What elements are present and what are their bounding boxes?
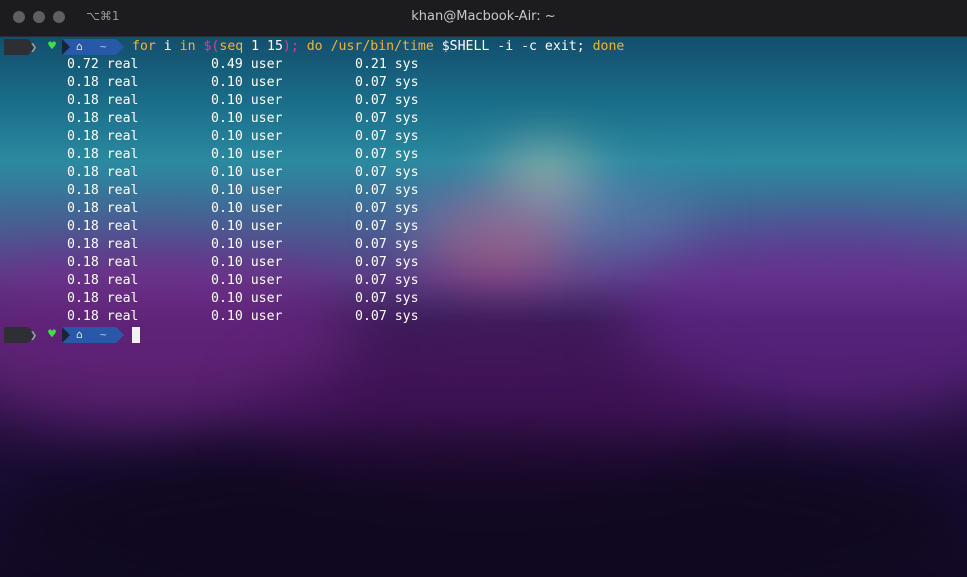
output-real: 0.18 real (67, 165, 139, 180)
output-sys: 0.07 sys (355, 93, 419, 108)
output-real: 0.18 real (67, 201, 139, 216)
output-real: 0.18 real (67, 147, 139, 162)
output-real: 0.18 real (67, 309, 139, 324)
cmd-keyword-in: in (179, 39, 196, 54)
cmd-var: i (155, 39, 180, 54)
output-user: 0.10 user (211, 75, 283, 90)
output-user: 0.10 user (211, 309, 283, 324)
output-row: 0.18 real 0.10 user 0.07 sys (0, 290, 967, 308)
output-sys: 0.07 sys (355, 147, 419, 162)
cmd-path: /usr/bin/time (322, 39, 434, 54)
cmd-subst-open: $( (195, 39, 220, 54)
output-sys: 0.07 sys (355, 129, 419, 144)
output-row: 0.18 real 0.10 user 0.07 sys (0, 236, 967, 254)
output-sys: 0.07 sys (355, 75, 419, 90)
output-user: 0.10 user (211, 129, 283, 144)
output-sys: 0.07 sys (355, 111, 419, 126)
output-real: 0.18 real (67, 93, 139, 108)
output-user: 0.10 user (211, 93, 283, 108)
output-row: 0.18 real 0.10 user 0.07 sys (0, 182, 967, 200)
output-real: 0.18 real (67, 129, 139, 144)
output-real: 0.18 real (67, 273, 139, 288)
output-user: 0.10 user (211, 273, 283, 288)
output-row: 0.18 real 0.10 user 0.07 sys (0, 110, 967, 128)
output-user: 0.10 user (211, 183, 283, 198)
output-sys: 0.21 sys (355, 57, 419, 72)
cmd-keyword-do: do (298, 39, 323, 54)
output-sys: 0.07 sys (355, 309, 419, 324)
command-text: for i in $(seq 1 15); do /usr/bin/time $… (132, 38, 624, 56)
cmd-seq-args: 1 15 (243, 39, 283, 54)
output-row: 0.18 real 0.10 user 0.07 sys (0, 146, 967, 164)
output-row: 0.18 real 0.10 user 0.07 sys (0, 272, 967, 290)
output-real: 0.18 real (67, 219, 139, 234)
home-icon: ⌂ (76, 40, 83, 53)
output-user: 0.10 user (211, 219, 283, 234)
window-titlebar: ⌥⌘1 khan@Macbook-Air: ~ (0, 0, 967, 37)
output-user: 0.49 user (211, 57, 283, 72)
cmd-keyword-done: done (584, 39, 625, 54)
output-real: 0.18 real (67, 255, 139, 270)
chevron-right-icon: ❯ (30, 328, 38, 342)
prompt-directory-segment: ⌂ ~ (62, 327, 124, 343)
terminal-content[interactable]: ❯ ♥ ⌂ ~ for i in $(seq 1 15); do /usr/bi… (0, 38, 967, 344)
output-row: 0.18 real 0.10 user 0.07 sys (0, 308, 967, 326)
output-row: 0.18 real 0.10 user 0.07 sys (0, 254, 967, 272)
text-cursor[interactable] (132, 327, 140, 343)
output-row: 0.18 real 0.10 user 0.07 sys (0, 74, 967, 92)
output-row: 0.18 real 0.10 user 0.07 sys (0, 218, 967, 236)
prompt-line: ❯ ♥ ⌂ ~ (0, 326, 967, 344)
output-user: 0.10 user (211, 165, 283, 180)
output-real: 0.18 real (67, 75, 139, 90)
home-icon: ⌂ (76, 328, 83, 341)
apple-icon (4, 327, 36, 343)
output-user: 0.10 user (211, 291, 283, 306)
output-row: 0.18 real 0.10 user 0.07 sys (0, 164, 967, 182)
output-real: 0.18 real (67, 183, 139, 198)
output-sys: 0.07 sys (355, 255, 419, 270)
cmd-rest: $SHELL -i -c exit; (433, 39, 585, 54)
heart-icon: ♥ (48, 39, 56, 54)
prompt-directory: ~ (100, 40, 107, 53)
output-user: 0.10 user (211, 111, 283, 126)
prompt-line: ❯ ♥ ⌂ ~ for i in $(seq 1 15); do /usr/bi… (0, 38, 967, 56)
output-user: 0.10 user (211, 255, 283, 270)
output-row: 0.18 real 0.10 user 0.07 sys (0, 92, 967, 110)
output-real: 0.72 real (67, 57, 139, 72)
apple-icon (4, 39, 36, 55)
output-real: 0.18 real (67, 237, 139, 252)
output-row: 0.18 real 0.10 user 0.07 sys (0, 128, 967, 146)
prompt-directory: ~ (100, 328, 107, 341)
output-sys: 0.07 sys (355, 165, 419, 180)
chevron-right-icon: ❯ (30, 40, 38, 54)
output-sys: 0.07 sys (355, 273, 419, 288)
output-user: 0.10 user (211, 201, 283, 216)
output-real: 0.18 real (67, 291, 139, 306)
cmd-subst-close: ); (282, 39, 299, 54)
window-title: khan@Macbook-Air: ~ (411, 9, 556, 24)
output-user: 0.10 user (211, 237, 283, 252)
cmd-keyword-for: for (132, 39, 156, 54)
output-sys: 0.07 sys (355, 201, 419, 216)
output-sys: 0.07 sys (355, 237, 419, 252)
output-sys: 0.07 sys (355, 219, 419, 234)
prompt-directory-segment: ⌂ ~ (62, 39, 124, 55)
heart-icon: ♥ (48, 327, 56, 342)
cmd-seq: seq (219, 39, 244, 54)
output-user: 0.10 user (211, 147, 283, 162)
output-sys: 0.07 sys (355, 183, 419, 198)
output-row: 0.72 real 0.49 user 0.21 sys (0, 56, 967, 74)
output-row: 0.18 real 0.10 user 0.07 sys (0, 200, 967, 218)
output-real: 0.18 real (67, 111, 139, 126)
output-sys: 0.07 sys (355, 291, 419, 306)
